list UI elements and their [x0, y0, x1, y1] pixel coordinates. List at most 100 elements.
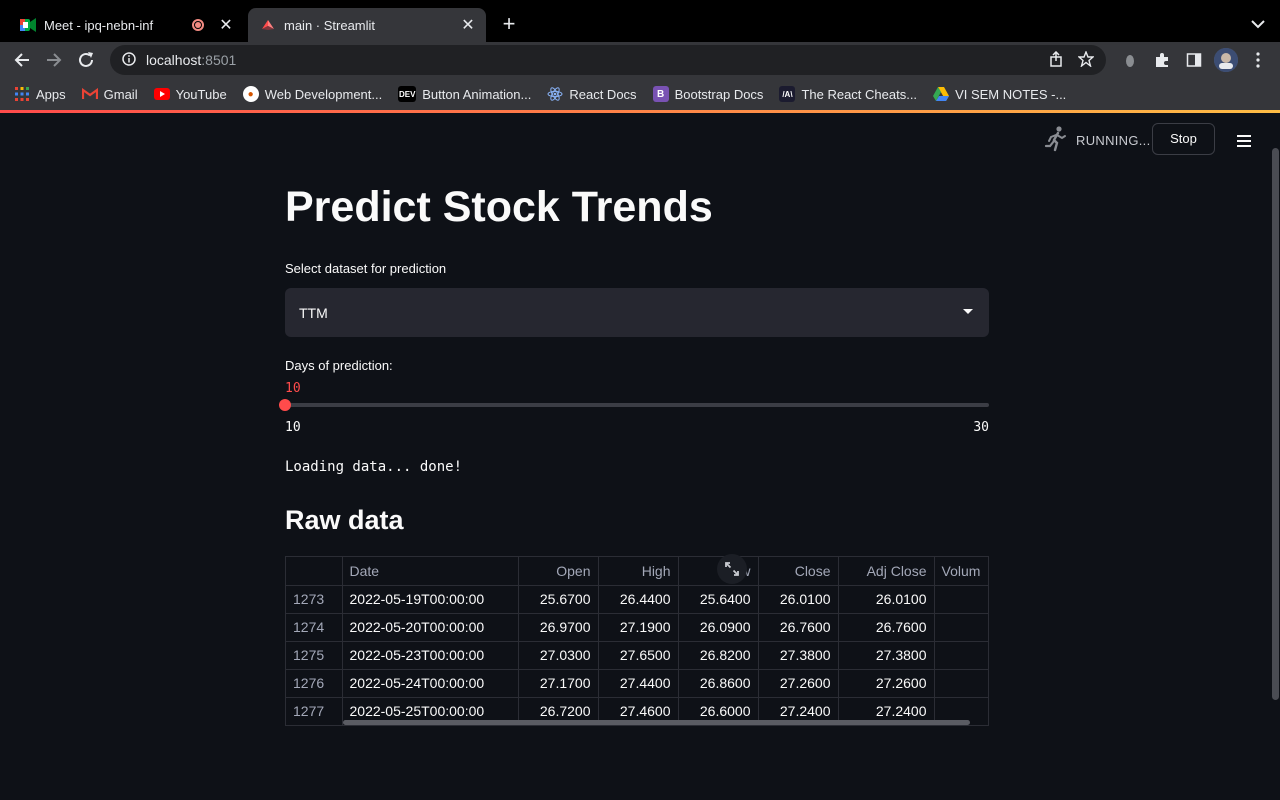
table-row: 1274 2022-05-20T00:00:00 26.9700 27.1900 26.…	[286, 613, 988, 642]
column-header[interactable]: Close	[758, 557, 839, 586]
row-index-cell[interactable]: 1273	[286, 585, 343, 614]
column-header[interactable]: Adj Close	[838, 557, 935, 586]
table-cell[interactable]: 26.0100	[838, 585, 935, 614]
slider-max-value: 30	[973, 420, 989, 435]
table-cell[interactable]: 26.0900	[678, 613, 759, 642]
streamlit-app: RUNNING... Stop Predict Stock Trends Sel…	[0, 113, 1280, 800]
bookmark-gmail[interactable]: Gmail	[81, 86, 138, 102]
url-host: localhost	[146, 52, 202, 68]
bookmark-vi-sem-notes[interactable]: VI SEM NOTES -...	[933, 86, 1066, 102]
table-cell[interactable]: 26.4400	[598, 585, 679, 614]
raw-data-table[interactable]: Date Open High Low Close Adj Close Volum…	[285, 556, 989, 726]
hamburger-menu-icon[interactable]	[1232, 129, 1256, 153]
fullscreen-expand-icon[interactable]	[717, 554, 747, 584]
table-cell[interactable]: 2022-05-23T00:00:00	[342, 641, 519, 670]
table-cell[interactable]: 27.3800	[838, 641, 935, 670]
tab-meet[interactable]: Meet - ipq-nebn-inf ✕	[8, 8, 244, 42]
row-index-cell[interactable]: 1276	[286, 669, 343, 698]
table-cell[interactable]: 25.6400	[678, 585, 759, 614]
close-tab-icon[interactable]: ✕	[216, 15, 236, 35]
bookmark-label: React Docs	[569, 86, 637, 102]
table-cell[interactable]: 58740	[934, 641, 988, 670]
table-header-row: Date Open High Low Close Adj Close Volum	[286, 557, 988, 586]
tab-title: main · Streamlit	[284, 17, 376, 33]
info-icon[interactable]	[122, 51, 136, 69]
bookmark-youtube[interactable]: YouTube	[153, 86, 227, 102]
days-slider-thumb[interactable]	[279, 399, 291, 411]
bookmark-label: Gmail	[103, 86, 138, 102]
table-cell[interactable]: 27.2600	[758, 669, 839, 698]
table-cell[interactable]: 2022-05-24T00:00:00	[342, 669, 519, 698]
days-slider-label: Days of prediction:	[285, 358, 393, 373]
table-cell[interactable]: 2022-05-19T00:00:00	[342, 585, 519, 614]
profile-avatar[interactable]	[1214, 48, 1238, 72]
tab-streamlit[interactable]: main · Streamlit ✕	[248, 8, 486, 42]
bookmark-label: The React Cheats...	[801, 86, 918, 102]
table-cell[interactable]: 27.2600	[838, 669, 935, 698]
table-cell[interactable]: 25.6700	[518, 585, 599, 614]
table-cell[interactable]: 26.9700	[518, 613, 599, 642]
table-horizontal-scrollbar[interactable]	[343, 720, 970, 725]
page-scrollbar[interactable]	[1272, 148, 1279, 700]
raw-data-heading: Raw data	[285, 505, 404, 535]
browser-menu-icon[interactable]	[1246, 48, 1270, 72]
table-cell[interactable]: 27.1700	[518, 669, 599, 698]
table-cell[interactable]: 27.6500	[598, 641, 679, 670]
reload-icon[interactable]	[74, 48, 98, 72]
bookmark-web-development[interactable]: ● Web Development...	[242, 86, 383, 102]
forward-arrow-icon[interactable]	[42, 48, 66, 72]
column-header[interactable]: Volum	[934, 557, 988, 586]
table-cell[interactable]: 27.1900	[598, 613, 679, 642]
column-header[interactable]: Open	[518, 557, 599, 586]
address-bar[interactable]: localhost:8501	[110, 45, 1106, 75]
youtube-icon	[153, 86, 170, 102]
new-tab-icon[interactable]: +	[498, 13, 520, 35]
days-slider-track[interactable]	[285, 403, 989, 407]
row-index-cell[interactable]: 1277	[286, 697, 343, 725]
table-cell[interactable]: 26.7600	[758, 613, 839, 642]
google-drive-icon	[933, 86, 950, 102]
bookmark-label: VI SEM NOTES -...	[955, 86, 1067, 102]
table-cell[interactable]: 73110	[934, 669, 988, 698]
data-table: Date Open High Low Close Adj Close Volum…	[286, 557, 988, 725]
close-tab-icon[interactable]: ✕	[458, 15, 478, 35]
bookmarks-bar: Apps Gmail YouTube ● Web Development... …	[0, 78, 1280, 110]
extension-icon[interactable]	[1118, 48, 1142, 72]
table-cell[interactable]: 27.0300	[518, 641, 599, 670]
bookmark-label: Web Development...	[264, 86, 383, 102]
bookmark-bootstrap-docs[interactable]: B Bootstrap Docs	[652, 86, 763, 102]
bookmark-button-animation[interactable]: DEV Button Animation...	[398, 86, 531, 102]
column-header[interactable]	[286, 557, 343, 586]
column-header[interactable]: High	[598, 557, 679, 586]
table-cell[interactable]: 26.0100	[758, 585, 839, 614]
back-arrow-icon[interactable]	[10, 48, 34, 72]
share-icon[interactable]	[1048, 50, 1064, 70]
stop-button[interactable]: Stop	[1152, 123, 1215, 155]
table-cell[interactable]: 82470	[934, 613, 988, 642]
dataset-select[interactable]: TTM	[285, 288, 989, 337]
tab-search-chevron-icon[interactable]	[1248, 14, 1268, 34]
table-cell[interactable]: 26.8600	[678, 669, 759, 698]
side-panel-icon[interactable]	[1182, 48, 1206, 72]
bookmark-react-docs[interactable]: React Docs	[547, 86, 637, 102]
column-header[interactable]: Date	[342, 557, 519, 586]
table-cell[interactable]: 26.7600	[838, 613, 935, 642]
bookmark-label: Button Animation...	[422, 86, 532, 102]
table-cell[interactable]: 26.8200	[678, 641, 759, 670]
url-port: :8501	[201, 52, 237, 68]
bookmark-react-cheatsheet[interactable]: /A\ The React Cheats...	[779, 86, 917, 102]
row-index-cell[interactable]: 1275	[286, 641, 343, 670]
bookmark-apps[interactable]: Apps	[14, 86, 66, 102]
table-cell[interactable]: 27.4400	[598, 669, 679, 698]
table-cell[interactable]: 58320	[934, 585, 988, 614]
react-icon	[547, 86, 563, 102]
bookmark-star-icon[interactable]	[1077, 50, 1095, 70]
google-meet-icon	[20, 17, 36, 33]
browser-toolbar: localhost:8501	[0, 42, 1280, 78]
row-index-cell[interactable]: 1274	[286, 613, 343, 642]
dataset-select-label: Select dataset for prediction	[285, 261, 447, 276]
table-cell[interactable]: 2022-05-20T00:00:00	[342, 613, 519, 642]
table-cell[interactable]: 27.3800	[758, 641, 839, 670]
table-row: 1276 2022-05-24T00:00:00 27.1700 27.4400 26.…	[286, 669, 988, 698]
extensions-puzzle-icon[interactable]	[1150, 48, 1174, 72]
